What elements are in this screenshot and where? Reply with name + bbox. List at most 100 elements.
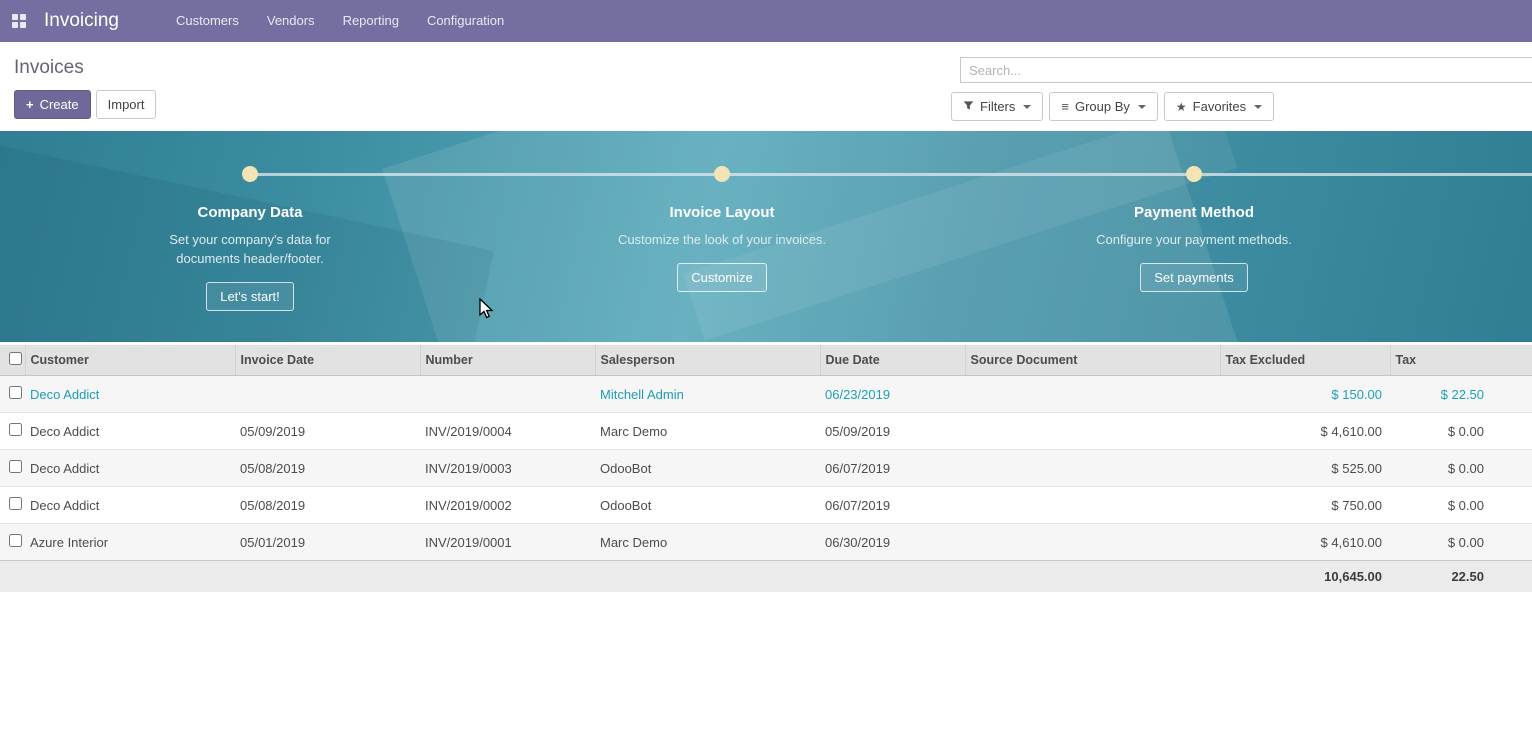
step-title: Payment Method (1034, 204, 1354, 221)
cell-number[interactable]: INV/2019/0003 (420, 450, 595, 487)
search-input[interactable] (960, 57, 1532, 83)
row-checkbox[interactable] (9, 386, 22, 399)
plus-icon: + (26, 97, 34, 112)
cell-invoice-date[interactable]: 05/08/2019 (235, 450, 420, 487)
cell-number[interactable] (420, 376, 595, 413)
cell-tax[interactable]: $ 0.00 (1390, 487, 1532, 524)
customize-button[interactable]: Customize (677, 263, 766, 292)
row-checkbox[interactable] (9, 534, 22, 547)
column-header-invoice-date[interactable]: Invoice Date (235, 345, 420, 376)
cell-invoice-date[interactable]: 05/08/2019 (235, 487, 420, 524)
table-row: Deco Addict Mitchell Admin 06/23/2019 $ … (0, 376, 1532, 413)
cell-number[interactable]: INV/2019/0002 (420, 487, 595, 524)
cell-source-document[interactable] (965, 524, 1220, 561)
page-title: Invoices (14, 57, 156, 79)
table-row: Deco Addict 05/08/2019 INV/2019/0002 Odo… (0, 487, 1532, 524)
cell-tax-excluded[interactable]: $ 750.00 (1220, 487, 1390, 524)
cell-tax[interactable]: $ 0.00 (1390, 450, 1532, 487)
set-payments-button[interactable]: Set payments (1140, 263, 1248, 292)
cell-salesperson[interactable]: Marc Demo (595, 413, 820, 450)
cell-invoice-date[interactable] (235, 376, 420, 413)
cell-tax-excluded[interactable]: $ 4,610.00 (1220, 524, 1390, 561)
cell-salesperson[interactable]: OdooBot (595, 450, 820, 487)
cell-customer[interactable]: Deco Addict (25, 487, 235, 524)
cell-tax[interactable]: $ 0.00 (1390, 413, 1532, 450)
create-button-label: Create (40, 97, 79, 112)
menu-configuration[interactable]: Configuration (413, 0, 518, 42)
group-by-button[interactable]: ≡ Group By (1049, 92, 1158, 121)
cell-tax[interactable]: $ 22.50 (1390, 376, 1532, 413)
cell-due-date[interactable]: 06/07/2019 (820, 450, 965, 487)
onboarding-banner: Company Data Set your company's data for… (0, 131, 1532, 342)
cell-number[interactable]: INV/2019/0001 (420, 524, 595, 561)
group-by-icon: ≡ (1061, 99, 1069, 114)
control-panel: Invoices + Create Import Filters ≡ Group… (0, 42, 1532, 131)
step-title: Company Data (90, 204, 410, 221)
cell-source-document[interactable] (965, 450, 1220, 487)
row-checkbox[interactable] (9, 497, 22, 510)
favorites-button[interactable]: ★ Favorites (1164, 92, 1274, 121)
cell-due-date[interactable]: 06/30/2019 (820, 524, 965, 561)
table-header-row: Customer Invoice Date Number Salesperson… (0, 345, 1532, 376)
cell-salesperson[interactable]: Marc Demo (595, 524, 820, 561)
cell-customer[interactable]: Azure Interior (25, 524, 235, 561)
group-by-label: Group By (1075, 99, 1130, 114)
main-menu: Customers Vendors Reporting Configuratio… (162, 0, 518, 42)
total-tax-excluded: 10,645.00 (1220, 561, 1390, 593)
cell-invoice-date[interactable]: 05/01/2019 (235, 524, 420, 561)
lets-start-button[interactable]: Let's start! (206, 282, 294, 311)
step-description: Customize the look of your invoices. (616, 230, 828, 249)
cell-invoice-date[interactable]: 05/09/2019 (235, 413, 420, 450)
select-all-checkbox[interactable] (9, 352, 22, 365)
import-button[interactable]: Import (96, 90, 157, 119)
cell-tax[interactable]: $ 0.00 (1390, 524, 1532, 561)
cell-tax-excluded[interactable]: $ 525.00 (1220, 450, 1390, 487)
cell-source-document[interactable] (965, 413, 1220, 450)
column-header-number[interactable]: Number (420, 345, 595, 376)
filter-funnel-icon (963, 99, 974, 114)
cell-salesperson[interactable]: Mitchell Admin (595, 376, 820, 413)
select-all-cell (0, 345, 25, 376)
column-header-customer[interactable]: Customer (25, 345, 235, 376)
star-icon: ★ (1176, 100, 1187, 114)
cell-due-date[interactable]: 06/07/2019 (820, 487, 965, 524)
cell-customer[interactable]: Deco Addict (25, 450, 235, 487)
step-dot (1186, 166, 1202, 182)
menu-customers[interactable]: Customers (162, 0, 253, 42)
filters-button[interactable]: Filters (951, 92, 1043, 121)
column-header-tax[interactable]: Tax (1390, 345, 1532, 376)
favorites-label: Favorites (1193, 99, 1246, 114)
step-title: Invoice Layout (562, 204, 882, 221)
invoice-list-table: Customer Invoice Date Number Salesperson… (0, 345, 1532, 592)
menu-reporting[interactable]: Reporting (329, 0, 413, 42)
step-dot (242, 166, 258, 182)
onboarding-step-payment-method: Payment Method Configure your payment me… (1034, 166, 1354, 292)
column-header-tax-excluded[interactable]: Tax Excluded (1220, 345, 1390, 376)
cell-source-document[interactable] (965, 376, 1220, 413)
cell-customer[interactable]: Deco Addict (25, 413, 235, 450)
row-checkbox[interactable] (9, 423, 22, 436)
cell-due-date[interactable]: 06/23/2019 (820, 376, 965, 413)
apps-grid-icon[interactable] (12, 14, 26, 28)
cell-source-document[interactable] (965, 487, 1220, 524)
cell-customer[interactable]: Deco Addict (25, 376, 235, 413)
cell-number[interactable]: INV/2019/0004 (420, 413, 595, 450)
app-name[interactable]: Invoicing (44, 10, 119, 32)
column-header-due-date[interactable]: Due Date (820, 345, 965, 376)
column-header-source-document[interactable]: Source Document (965, 345, 1220, 376)
column-header-salesperson[interactable]: Salesperson (595, 345, 820, 376)
row-checkbox[interactable] (9, 460, 22, 473)
create-button[interactable]: + Create (14, 90, 91, 119)
filters-label: Filters (980, 99, 1015, 114)
table-row: Deco Addict 05/08/2019 INV/2019/0003 Odo… (0, 450, 1532, 487)
table-row: Azure Interior 05/01/2019 INV/2019/0001 … (0, 524, 1532, 561)
menu-vendors[interactable]: Vendors (253, 0, 329, 42)
caret-down-icon (1254, 105, 1262, 109)
step-description: Set your company's data for documents he… (144, 230, 356, 268)
cell-tax-excluded[interactable]: $ 150.00 (1220, 376, 1390, 413)
cell-salesperson[interactable]: OdooBot (595, 487, 820, 524)
caret-down-icon (1023, 105, 1031, 109)
onboarding-step-company-data: Company Data Set your company's data for… (90, 166, 410, 311)
cell-tax-excluded[interactable]: $ 4,610.00 (1220, 413, 1390, 450)
cell-due-date[interactable]: 05/09/2019 (820, 413, 965, 450)
